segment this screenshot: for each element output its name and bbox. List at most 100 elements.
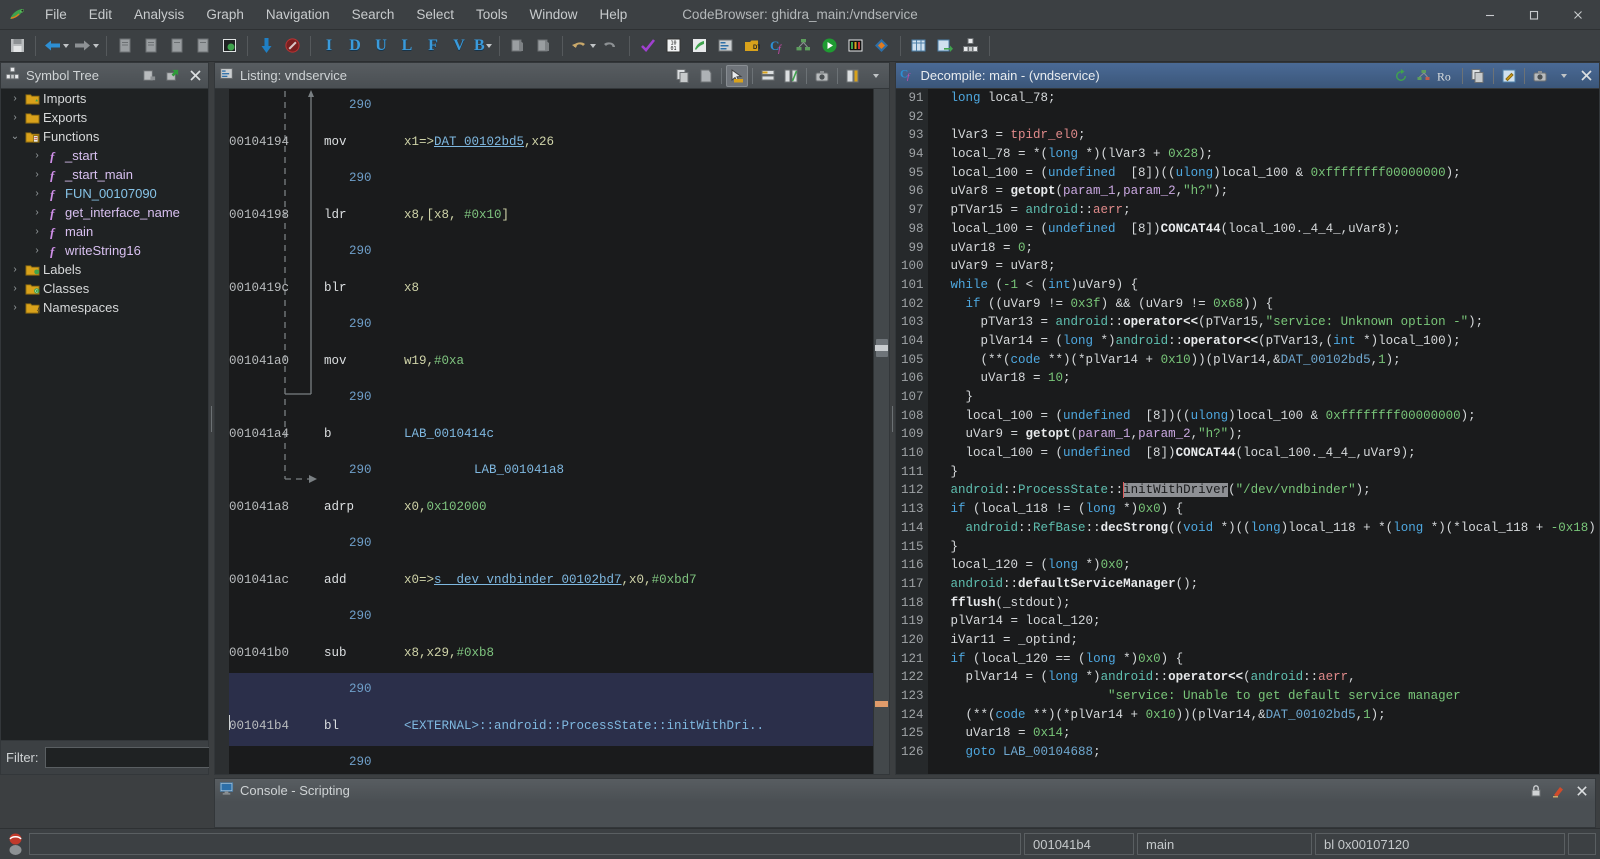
code-token[interactable]: getopt — [1026, 427, 1071, 441]
chevron-icon[interactable]: › — [29, 150, 45, 161]
code-token[interactable]: (pTVar15, — [1198, 315, 1266, 329]
code-token[interactable]: [8])(( — [1116, 166, 1176, 180]
minimize-button[interactable] — [1468, 0, 1512, 30]
table-icon[interactable] — [906, 33, 932, 59]
code-token[interactable]: android — [966, 521, 1019, 535]
operand-token[interactable]: LAB_0010414c — [404, 427, 494, 441]
code-token[interactable]: ulong — [1191, 409, 1229, 423]
decompiler-line[interactable]: plVar14 = (long *)android::operator<<(pT… — [936, 334, 1600, 353]
code-token[interactable]: , — [1191, 427, 1199, 441]
symbol-tree-icon[interactable] — [958, 33, 984, 59]
letter-u-icon[interactable]: U — [368, 33, 394, 59]
code-token[interactable] — [936, 91, 951, 105]
code-token[interactable]: ) { — [1161, 502, 1184, 516]
decompiler-line[interactable]: plVar14 = local_120; — [936, 614, 1600, 633]
chevron-icon[interactable]: › — [29, 169, 45, 180]
letter-v-icon[interactable]: V — [446, 33, 472, 59]
code-token[interactable]: (local_120 == ( — [966, 652, 1086, 666]
listing-address[interactable]: 001041a4 — [229, 427, 289, 441]
snapshot-listing-icon[interactable] — [164, 33, 190, 59]
listing-scrollbar[interactable] — [872, 89, 889, 774]
decompiler-line[interactable]: if (local_118 != (long *)0x0) { — [936, 502, 1600, 521]
listing-row[interactable]: 001041b4 bl <EXTERNAL>::android::ProcessSt… — [229, 709, 873, 746]
operand-token[interactable]: x8,x29, — [404, 646, 457, 660]
code-token[interactable]: ulong — [1176, 166, 1214, 180]
menu-search[interactable]: Search — [341, 3, 406, 26]
code-token[interactable]: pTVar13 = — [936, 315, 1056, 329]
code-token[interactable]: ; — [1123, 558, 1131, 572]
code-token[interactable]: android — [1251, 670, 1304, 684]
chevron-icon[interactable]: › — [7, 302, 23, 313]
code-token[interactable]: "h?" — [1183, 184, 1213, 198]
maximize-button[interactable] — [1512, 0, 1556, 30]
code-token[interactable]: 0xffffffff00000000 — [1326, 409, 1461, 423]
code-token[interactable]: *) — [1116, 502, 1138, 516]
code-token[interactable]: if — [951, 652, 966, 666]
code-token[interactable]: 0 — [1018, 241, 1026, 255]
listing-mnemonic[interactable]: adrp — [324, 500, 354, 514]
code-token[interactable]: ((uVar9 != — [981, 297, 1071, 311]
code-token[interactable]: ( — [1071, 427, 1079, 441]
listing-operands[interactable]: x0,0x102000 — [404, 500, 487, 514]
code-token[interactable]: aerr — [1318, 670, 1348, 684]
code-token[interactable]: undefined — [1048, 166, 1116, 180]
listing-address[interactable]: 00104198 — [229, 208, 289, 222]
code-token[interactable]: 10 — [1048, 371, 1063, 385]
code-token[interactable]: operator<< — [1183, 334, 1258, 348]
code-token[interactable]: long — [951, 91, 981, 105]
code-token[interactable]: CONCAT44 — [1161, 222, 1221, 236]
code-token[interactable] — [936, 577, 951, 591]
menu-file[interactable]: File — [34, 3, 78, 26]
listing-mnemonic[interactable]: add — [324, 573, 347, 587]
operand-token[interactable]: x8 — [404, 281, 419, 295]
code-token[interactable]: **)(*plVar14 + — [1026, 708, 1146, 722]
copy-icon[interactable] — [1467, 65, 1489, 87]
listing-operands[interactable]: x8,x29,#0xb8 — [404, 646, 494, 660]
code-token[interactable]: "/dev/vndbinder" — [1236, 483, 1356, 497]
chevron-icon[interactable]: › — [29, 207, 45, 218]
code-token[interactable]: param_1 — [1063, 184, 1116, 198]
data-type-manager-icon[interactable]: DT — [739, 33, 765, 59]
code-token[interactable]: while — [951, 278, 989, 292]
save-icon[interactable] — [4, 33, 30, 59]
decompiler-line[interactable]: plVar14 = (long *)android::operator<<(an… — [936, 670, 1600, 689]
symbol-tree-body[interactable]: › Imports › Exports ⌄ Functions › f _start › f _sta… — [0, 88, 209, 741]
debugger-icon[interactable] — [843, 33, 869, 59]
code-token[interactable]: decStrong — [1101, 521, 1169, 535]
code-token[interactable]: (); — [1176, 577, 1199, 591]
menu-help[interactable]: Help — [588, 3, 638, 26]
copy-icon[interactable] — [672, 65, 694, 87]
code-token[interactable]: uVar18 = — [936, 371, 1049, 385]
code-token[interactable]: } — [936, 465, 959, 479]
listing-row[interactable]: 290 — [229, 600, 873, 637]
code-token[interactable]: )local_118 + *( — [1281, 521, 1394, 535]
run-icon[interactable] — [817, 33, 843, 59]
function-graph-icon[interactable] — [791, 33, 817, 59]
listing-row[interactable]: 00104194 mov x1=>DAT_00102bd5,x26 — [229, 126, 873, 163]
code-token[interactable]: uVar8 = — [936, 184, 1011, 198]
menu-graph[interactable]: Graph — [195, 3, 255, 26]
code-token[interactable]: local_100 = ( — [936, 222, 1049, 236]
operand-token[interactable]: s__dev_vndbinder_00102bd7 — [434, 573, 622, 587]
listing-row[interactable]: 001041ac add x0=>s__dev_vndbinder_00102bd7… — [229, 564, 873, 601]
listing-row[interactable]: 290 — [229, 673, 873, 710]
code-token[interactable]: 1 — [1378, 353, 1386, 367]
code-token[interactable]: *) — [1116, 652, 1138, 666]
code-token[interactable]: android — [951, 577, 1004, 591]
symbol-tree-header[interactable]: Symbol Tree — [0, 62, 209, 88]
down-arrow-icon[interactable] — [253, 33, 279, 59]
code-token[interactable]: long — [1393, 521, 1423, 535]
letter-d-icon[interactable]: D — [342, 33, 368, 59]
code-token[interactable]: ; — [1093, 745, 1101, 759]
listing-address[interactable]: 001041ac — [229, 573, 289, 587]
listing-address[interactable]: 001041a8 — [229, 500, 289, 514]
copy-listing-icon[interactable] — [112, 33, 138, 59]
code-token[interactable]: :: — [1003, 577, 1018, 591]
forward-arrow-icon[interactable] — [71, 33, 101, 59]
decompiler-line[interactable]: lVar3 = tpidr_el0; — [936, 128, 1600, 147]
code-token[interactable]: android — [1056, 315, 1109, 329]
chevron-icon[interactable]: ⌄ — [7, 131, 23, 142]
code-token[interactable]: param_2 — [1123, 184, 1176, 198]
code-token[interactable]: if — [966, 297, 981, 311]
letter-b-icon[interactable]: B — [472, 33, 494, 59]
